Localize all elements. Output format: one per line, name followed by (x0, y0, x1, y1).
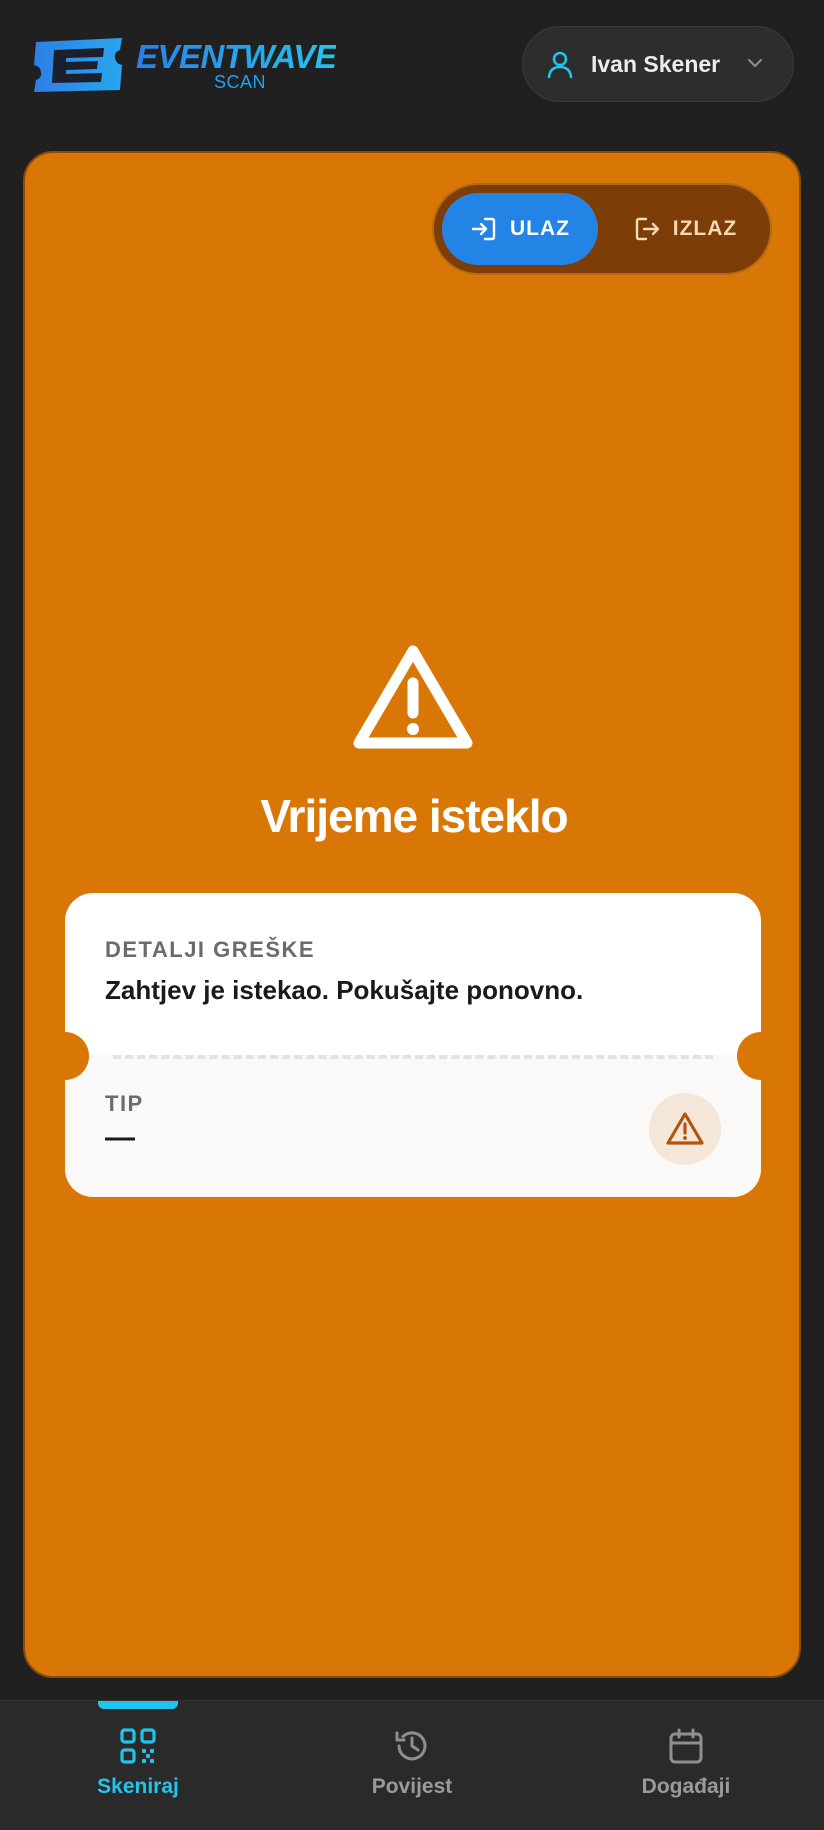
error-details-text: Zahtjev je istekao. Pokušajte ponovno. (105, 975, 584, 1005)
mode-button-ulaz[interactable]: ULAZ (442, 193, 598, 265)
calendar-icon (669, 1728, 703, 1764)
type-badge (649, 1093, 721, 1165)
warning-triangle-icon (353, 645, 473, 749)
nav-item-skeniraj[interactable]: Skeniraj (18, 1701, 258, 1830)
history-icon (395, 1731, 427, 1761)
user-name: Ivan Skener (591, 50, 721, 77)
ticket-notch-right (737, 1032, 785, 1080)
qr-code-icon (120, 1728, 156, 1764)
nav-item-dogadaji[interactable]: Događaji (566, 1701, 806, 1830)
ticket-e-logo-icon (34, 38, 122, 92)
brand-logo: EVENTWAVE SCAN (30, 34, 350, 94)
scan-result-card: ULAZ IZLAZ Vrijeme isteklo DETALJI GREŠK… (23, 151, 801, 1678)
ticket-top-section (65, 893, 761, 1055)
mode-label-ulaz: ULAZ (510, 217, 570, 240)
sign-in-icon (471, 217, 496, 241)
user-menu-button[interactable]: Ivan Skener (522, 26, 794, 102)
type-value: — (105, 1121, 135, 1154)
nav-label-dogadaji: Događaji (641, 1775, 731, 1798)
scanner-app: EVENTWAVE SCAN Ivan Skener ULAZ IZLAZ Vr… (0, 0, 824, 1830)
type-label: TIP (105, 1091, 144, 1116)
nav-label-skeniraj: Skeniraj (97, 1775, 179, 1798)
sign-out-icon (635, 217, 659, 241)
error-details-ticket: DETALJI GREŠKE Zahtjev je istekao. Pokuš… (41, 893, 785, 1197)
chevron-down-icon[interactable] (745, 53, 765, 73)
brand-name: EVENTWAVE (136, 38, 337, 75)
nav-item-povijest[interactable]: Povijest (292, 1701, 532, 1830)
bottom-navigation: Skeniraj Povijest Događaji (0, 1700, 824, 1830)
app-header: EVENTWAVE SCAN Ivan Skener (0, 0, 824, 130)
nav-label-povijest: Povijest (371, 1775, 453, 1798)
mode-label-izlaz: IZLAZ (672, 217, 738, 240)
ticket-divider (113, 1055, 713, 1059)
brand-subtitle: SCAN (214, 72, 267, 92)
mode-button-izlaz[interactable]: IZLAZ (606, 193, 764, 265)
error-details-label: DETALJI GREŠKE (105, 937, 316, 962)
status-title: Vrijeme isteklo (260, 790, 568, 842)
warning-triangle-icon (666, 1112, 704, 1145)
ticket-notch-left (41, 1032, 89, 1080)
user-icon (547, 51, 573, 79)
scan-mode-toggle: ULAZ IZLAZ (432, 183, 772, 275)
